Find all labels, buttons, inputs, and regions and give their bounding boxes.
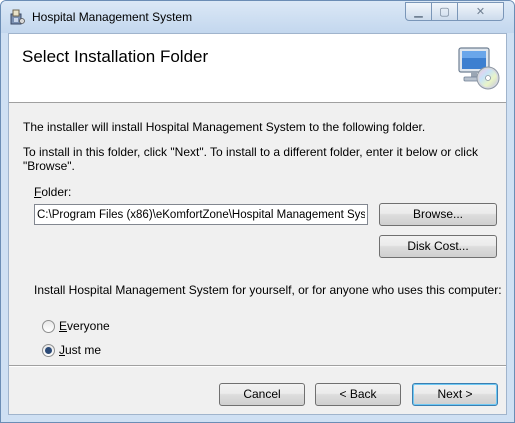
computer-cd-icon — [458, 47, 500, 90]
just-me-radio[interactable] — [42, 344, 55, 357]
cancel-button[interactable]: Cancel — [219, 383, 305, 406]
install-instructions-text: To install in this folder, click "Next".… — [23, 145, 478, 173]
page-title: Select Installation Folder — [22, 47, 209, 66]
installer-icon — [10, 9, 25, 25]
browse-button[interactable]: Browse... — [379, 203, 497, 226]
dialog-body: Select Installation Folder The installer… — [8, 33, 507, 415]
minimize-button[interactable]: ▁ — [405, 2, 432, 21]
title-bar[interactable]: Hospital Management System ▁ ▢ ✕ — [1, 1, 514, 33]
everyone-mnemonic: E — [59, 319, 68, 333]
install-location-text: The installer will install Hospital Mana… — [23, 120, 426, 134]
radio-selected-dot — [45, 347, 52, 354]
maximize-icon: ▢ — [439, 5, 450, 18]
everyone-radio[interactable] — [42, 320, 55, 333]
everyone-label-text: veryone — [67, 319, 110, 333]
folder-path-input[interactable] — [34, 204, 368, 225]
close-button[interactable]: ✕ — [457, 2, 504, 21]
close-icon: ✕ — [475, 5, 486, 18]
folder-label: Folder: — [34, 185, 71, 199]
folder-label-text: older: — [41, 185, 72, 199]
everyone-radio-label[interactable]: Everyone — [59, 319, 110, 333]
installer-window: Hospital Management System ▁ ▢ ✕ Select … — [0, 0, 515, 423]
maximize-button[interactable]: ▢ — [431, 2, 458, 21]
just-me-radio-label[interactable]: Just me — [59, 343, 101, 357]
header-banner: Select Installation Folder — [9, 34, 506, 103]
install-scope-prompt: Install Hospital Management System for y… — [34, 283, 502, 297]
footer-divider — [9, 365, 506, 367]
minimize-icon: ▁ — [414, 5, 423, 18]
back-button[interactable]: < Back — [315, 383, 401, 406]
next-button[interactable]: Next > — [412, 383, 498, 406]
just-me-label-text: ust me — [65, 343, 102, 357]
window-title: Hospital Management System — [32, 10, 193, 24]
disk-cost-button[interactable]: Disk Cost... — [379, 235, 497, 258]
